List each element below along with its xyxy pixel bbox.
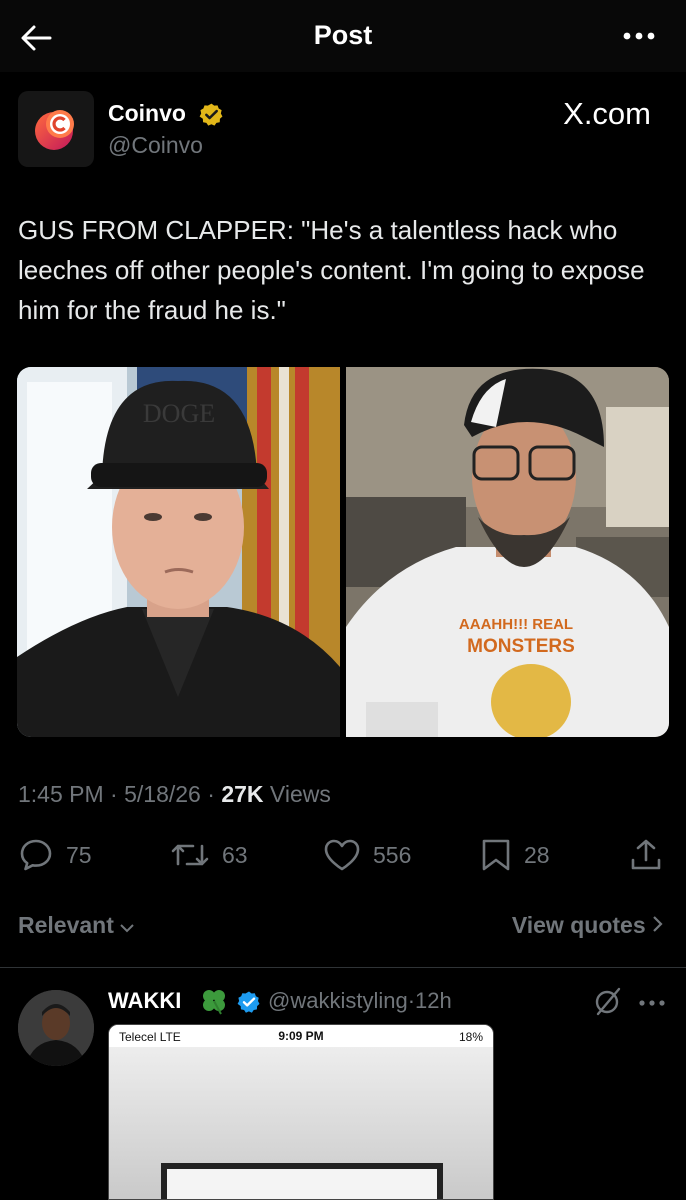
grok-icon[interactable] xyxy=(593,986,623,1016)
reply-icon xyxy=(20,839,52,871)
view-quotes-label: View quotes xyxy=(511,912,646,938)
repost-button[interactable]: 63 xyxy=(170,838,248,872)
bookmark-count: 28 xyxy=(524,841,550,868)
views-count[interactable]: 27K xyxy=(221,781,263,807)
post-date: 5/18/26 xyxy=(124,781,201,807)
page-title: Post xyxy=(313,20,373,50)
reply-author-name[interactable]: WAKKI xyxy=(108,988,181,1014)
sort-label: Relevant xyxy=(18,912,114,938)
repost-count: 63 xyxy=(222,841,248,868)
phone-status-bar: Telecel LTE 9:09 PM 18% xyxy=(109,1025,493,1047)
top-bar: Post xyxy=(0,0,686,72)
verified-badge-icon xyxy=(237,991,260,1013)
cap-text: DOGE xyxy=(143,399,215,428)
post-text: GUS FROM CLAPPER: "He's a talentless hac… xyxy=(18,215,645,325)
status-clock: 9:09 PM xyxy=(278,1029,324,1043)
post-meta: 1:45 PM · 5/18/26 · 27K Views xyxy=(18,781,331,807)
picture-frame xyxy=(161,1163,443,1199)
reply-avatar[interactable] xyxy=(18,990,94,1066)
four-leaf-clover-icon xyxy=(203,990,225,1015)
ellipsis-icon[interactable] xyxy=(638,998,666,1008)
author-handle[interactable]: @Coinvo xyxy=(108,132,203,159)
bookmark-icon xyxy=(482,839,510,871)
reply-embedded-screenshot[interactable]: Telecel LTE 9:09 PM 18% xyxy=(108,1024,494,1200)
reply-time: 12h xyxy=(415,988,452,1013)
status-battery: 18% xyxy=(458,1030,483,1044)
shirt-text-bottom: MONSTERS xyxy=(467,636,575,657)
embed-content xyxy=(109,1047,493,1199)
view-quotes-link[interactable]: View quotes xyxy=(512,912,664,939)
post-image-right[interactable]: AAAHH!!! REAL MONSTERS xyxy=(346,367,669,737)
reply-button[interactable]: 75 xyxy=(18,838,92,872)
author-name[interactable]: Coinvo xyxy=(108,100,186,127)
ellipsis-icon[interactable] xyxy=(622,28,656,44)
views-label: Views xyxy=(269,781,331,807)
x-watermark: X.com xyxy=(563,96,651,131)
post-image-left[interactable]: DOGE xyxy=(17,367,340,737)
post-time: 1:45 PM xyxy=(18,781,104,807)
chevron-right-icon xyxy=(653,916,663,932)
author-avatar[interactable] xyxy=(18,91,94,167)
divider xyxy=(0,967,686,968)
share-button[interactable] xyxy=(628,838,664,872)
reply-count: 75 xyxy=(66,841,92,868)
reply-handle[interactable]: @wakkistyling xyxy=(268,988,408,1013)
chevron-down-icon xyxy=(120,924,134,933)
heart-icon xyxy=(324,839,360,871)
sort-dropdown[interactable]: Relevant xyxy=(18,912,134,939)
like-button[interactable]: 556 xyxy=(323,838,411,872)
like-count: 556 xyxy=(373,841,412,868)
share-icon xyxy=(631,839,661,870)
reply-handle-time: @wakkistyling·12h xyxy=(268,988,452,1013)
shirt-text-top: AAAHH!!! REAL xyxy=(459,616,573,633)
bookmark-button[interactable]: 28 xyxy=(480,838,550,872)
verified-badge-icon xyxy=(199,103,223,126)
repost-icon xyxy=(171,844,209,866)
